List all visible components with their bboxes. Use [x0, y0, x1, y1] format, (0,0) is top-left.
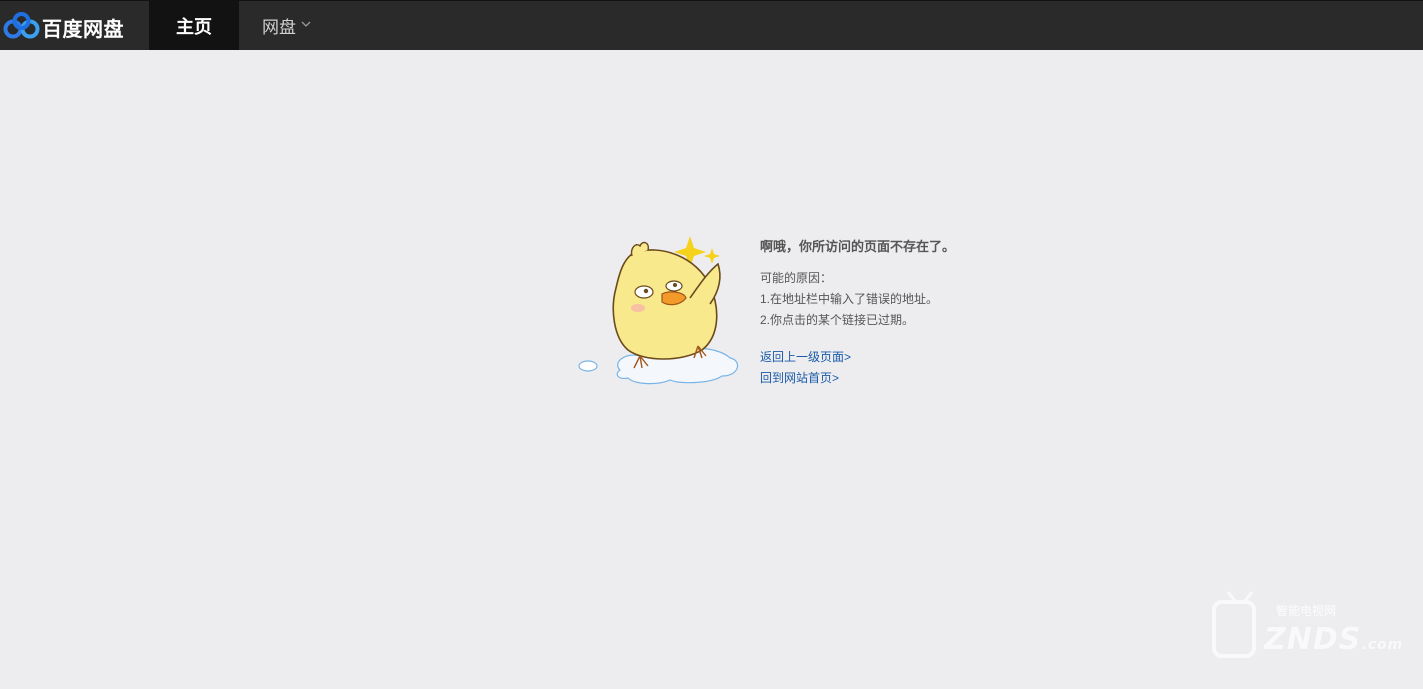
brand-name: 百度网盘 — [42, 17, 124, 41]
chevron-down-icon — [301, 21, 311, 27]
baidu-netdisk-cloud-icon — [3, 12, 40, 39]
error-reasons: 可能的原因： 1.在地址栏中输入了错误的地址。 2.你点击的某个链接已过期。 — [760, 268, 938, 331]
reason-item: 1.在地址栏中输入了错误的地址。 — [760, 292, 939, 306]
home-link[interactable]: 回到网站首页> — [760, 368, 851, 389]
watermark-brand: ZNDS — [1264, 622, 1362, 657]
reason-item: 2.你点击的某个链接已过期。 — [760, 313, 915, 327]
watermark-subtitle: 智能电视网 — [1276, 604, 1337, 618]
znds-watermark: 智能电视网 ZNDS.com — [1206, 588, 1406, 672]
error-links: 返回上一级页面> 回到网站首页> — [760, 347, 851, 389]
watermark-suffix: .com — [1361, 637, 1404, 653]
yellow-chick-illustration — [578, 236, 739, 385]
tab-netdisk-label: 网盘 — [262, 18, 296, 38]
back-link[interactable]: 返回上一级页面> — [760, 347, 851, 368]
brand-logo[interactable]: 百度网盘 — [0, 1, 149, 50]
error-title: 啊哦，你所访问的页面不存在了。 — [760, 240, 956, 255]
reasons-heading: 可能的原因： — [760, 271, 833, 285]
tab-netdisk[interactable]: 网盘 — [262, 1, 311, 50]
top-navigation-bar: 百度网盘 主页 网盘 — [0, 0, 1423, 50]
error-panel: 啊哦，你所访问的页面不存在了。 可能的原因： 1.在地址栏中输入了错误的地址。 … — [570, 228, 990, 398]
watermark-text: ZNDS.com — [1264, 622, 1403, 657]
tab-home[interactable]: 主页 — [149, 1, 239, 50]
